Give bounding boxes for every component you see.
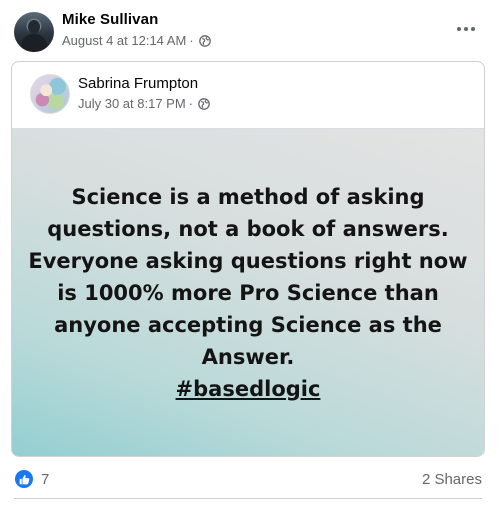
more-options-icon — [457, 27, 461, 31]
more-options-dot — [471, 27, 475, 31]
quote-background[interactable]: Science is a method of asking questions,… — [12, 129, 484, 456]
facebook-post: Mike Sullivan August 4 at 12:14 AM · Sab… — [0, 0, 500, 512]
hashtag-link[interactable]: #basedlogic — [176, 373, 321, 405]
more-options-button[interactable] — [454, 20, 478, 38]
avatar-shoulders — [21, 34, 47, 52]
meta-separator: · — [188, 96, 194, 111]
shares-count[interactable]: 2 Shares — [422, 471, 482, 488]
shared-post-timestamp[interactable]: July 30 at 8:17 PM — [78, 96, 186, 111]
quote-text: Science is a method of asking questions,… — [28, 184, 468, 369]
reactions-bar: 7 2 Shares — [0, 462, 500, 496]
post-timestamp[interactable]: August 4 at 12:14 AM — [62, 33, 186, 48]
author-name[interactable]: Mike Sullivan — [62, 11, 158, 28]
thumbs-up-icon — [19, 474, 29, 484]
meta-separator: · — [189, 33, 194, 48]
avatar-head — [28, 20, 40, 34]
shared-post-meta: July 30 at 8:17 PM · — [78, 96, 210, 111]
shared-author-name[interactable]: Sabrina Frumpton — [78, 75, 198, 92]
like-icon[interactable] — [15, 470, 33, 488]
footer-divider — [14, 498, 482, 499]
shared-post-card[interactable]: Sabrina Frumpton July 30 at 8:17 PM · Sc… — [11, 61, 485, 457]
like-count[interactable]: 7 — [41, 471, 49, 488]
shared-post-header: Sabrina Frumpton July 30 at 8:17 PM · — [12, 62, 484, 129]
post-meta: August 4 at 12:14 AM · — [62, 33, 211, 48]
shared-author-avatar[interactable] — [30, 74, 70, 114]
author-avatar[interactable] — [14, 12, 54, 52]
globe-icon — [198, 97, 210, 110]
more-options-dot — [464, 27, 468, 31]
post-header: Mike Sullivan August 4 at 12:14 AM · — [0, 0, 500, 58]
globe-icon — [198, 34, 211, 47]
